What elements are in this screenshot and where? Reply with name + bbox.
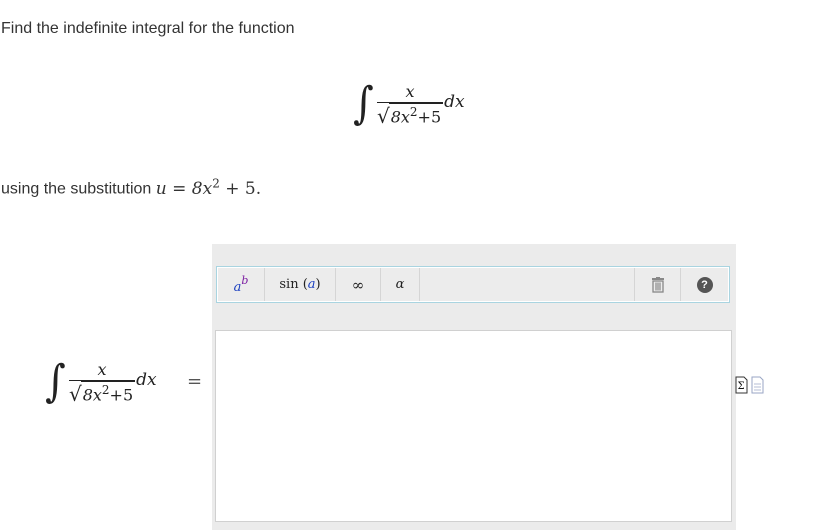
substitution-var: u	[155, 178, 167, 199]
radicand-exponent: 2	[101, 383, 110, 397]
integrand-numerator: x	[97, 360, 107, 379]
radicand-exponent: 2	[409, 105, 418, 119]
answer-integral-expression: ∫ x √ 8x2+5 dx	[44, 356, 157, 408]
clear-button[interactable]	[635, 268, 681, 301]
substitution-exp: 2	[212, 176, 220, 190]
math-toolbar: ab sin (a) ∞ α ?	[216, 266, 730, 303]
text-document-icon[interactable]	[751, 376, 764, 394]
answer-input[interactable]	[215, 330, 732, 522]
differential: dx	[444, 92, 465, 113]
integral-sign: ∫	[353, 78, 374, 130]
superscript-button[interactable]: ab	[218, 268, 265, 301]
sin-arg: a	[307, 277, 316, 292]
integrand-denominator: √ 8x2+5	[69, 381, 136, 405]
infinity-button[interactable]: ∞	[336, 268, 381, 301]
superscript-exp: b	[241, 274, 249, 287]
integral-sign: ∫	[45, 356, 66, 408]
help-button[interactable]: ?	[681, 268, 728, 301]
substitution-expr: 8x	[191, 178, 213, 199]
substitution-prefix: using the substitution	[1, 180, 152, 198]
svg-text:Σ: Σ	[738, 381, 745, 392]
side-icons: Σ	[735, 376, 764, 394]
integrand-fraction: x √ 8x2+5	[68, 360, 136, 405]
substitution-tail: + 5.	[225, 178, 262, 199]
substitution-eq: =	[172, 178, 187, 199]
question-intro: Find the indefinite integral for the fun…	[1, 20, 295, 37]
radicand-base: 8x	[82, 385, 102, 405]
integral-expression: ∫ x √ 8x2+5 dx	[352, 78, 465, 130]
substitution-text: using the substitution u = 8x2 + 5.	[1, 176, 261, 199]
superscript-base: a	[233, 280, 242, 295]
differential: dx	[136, 370, 157, 391]
equals-sign: =	[187, 371, 203, 392]
sin-label: sin	[279, 277, 299, 292]
integrand-fraction: x √ 8x2+5	[376, 82, 444, 127]
help-icon: ?	[696, 276, 713, 293]
sin-function-button[interactable]: sin (a)	[265, 268, 336, 301]
radicand-base: 8x	[390, 107, 410, 127]
equation-editor-icon[interactable]: Σ	[735, 376, 748, 394]
integrand-denominator: √ 8x2+5	[377, 103, 444, 127]
trash-icon	[651, 276, 664, 293]
integrand-numerator: x	[405, 82, 415, 101]
radicand-tail: +5	[417, 107, 442, 127]
toolbar-spacer	[420, 268, 635, 301]
radicand-tail: +5	[109, 385, 134, 405]
greek-alpha-button[interactable]: α	[381, 268, 420, 301]
